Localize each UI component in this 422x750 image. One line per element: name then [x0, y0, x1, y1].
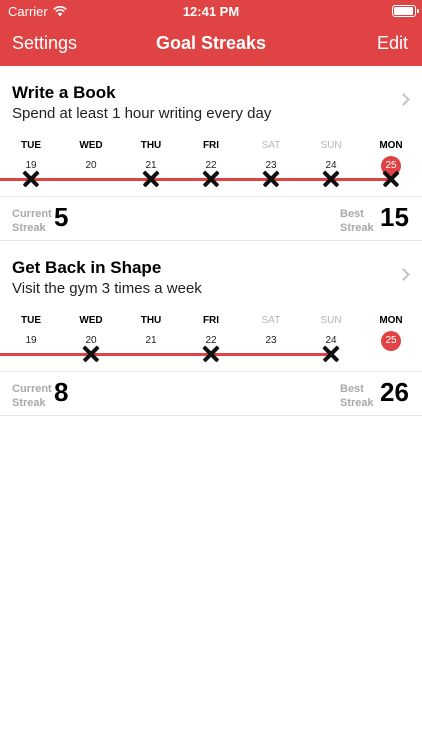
current-streak-value: 5: [54, 202, 69, 232]
goal-stats: Current Streak 5 Best Streak 15: [0, 196, 422, 241]
goal-description: Spend at least 1 hour writing every day: [12, 105, 272, 122]
completed-x-icon: [322, 170, 340, 188]
completed-x-icon: [202, 170, 220, 188]
status-time: 12:41 PM: [182, 4, 240, 19]
current-streak-label: Current Streak: [12, 208, 52, 234]
goal-card: Write a Book Spend at least 1 hour writi…: [0, 66, 422, 241]
day-name: MON: [379, 140, 403, 151]
day-column[interactable]: MON 25: [366, 305, 416, 371]
goal-stats: Current Streak 8 Best Streak 26: [0, 371, 422, 416]
goal-card: Get Back in Shape Visit the gym 3 times …: [0, 241, 422, 416]
day-number: 19: [25, 335, 37, 346]
goal-title: Write a Book: [12, 83, 116, 102]
current-streak-label: Current Streak: [12, 383, 52, 409]
goal-header[interactable]: Write a Book Spend at least 1 hour writi…: [0, 66, 422, 128]
week-tracker: TUE 19 WED 20 THU 21 FRI 22 SAT 23 SUN 24 MON 25: [0, 130, 422, 196]
navigation-bar: Settings Goal Streaks Edit: [0, 22, 422, 66]
day-column[interactable]: SAT 23: [246, 305, 296, 371]
app-header: Carrier 12:41 PM Settings Goal Streaks E…: [0, 0, 422, 66]
day-name: TUE: [21, 140, 41, 151]
best-streak-label: Best Streak: [340, 208, 374, 234]
best-streak-value: 26: [380, 377, 409, 407]
day-name: THU: [140, 140, 162, 151]
day-column[interactable]: SUN 24: [306, 130, 356, 196]
edit-button[interactable]: Edit: [377, 33, 408, 54]
week-tracker: TUE 19 WED 20 THU 21 FRI 22 SAT 23 SUN 24 MON 25: [0, 305, 422, 371]
completed-x-icon: [22, 170, 40, 188]
day-name: THU: [140, 315, 162, 326]
chevron-right-icon: [397, 93, 410, 106]
day-column[interactable]: THU 21: [126, 305, 176, 371]
goal-header[interactable]: Get Back in Shape Visit the gym 3 times …: [0, 241, 422, 303]
battery-icon: [392, 5, 419, 17]
day-number: 21: [145, 335, 157, 346]
day-column[interactable]: TUE 19: [6, 305, 56, 371]
goal-title: Get Back in Shape: [12, 258, 162, 277]
day-column[interactable]: MON 25: [366, 130, 416, 196]
day-name: FRI: [202, 315, 220, 326]
day-name: WED: [79, 315, 103, 326]
completed-x-icon: [382, 170, 400, 188]
day-name: MON: [379, 315, 403, 326]
day-name: SAT: [261, 315, 281, 326]
day-name: SUN: [320, 315, 342, 326]
day-number: 20: [85, 160, 97, 171]
day-column[interactable]: WED 20: [66, 130, 116, 196]
day-column[interactable]: SAT 23: [246, 130, 296, 196]
day-column[interactable]: WED 20: [66, 305, 116, 371]
day-column[interactable]: FRI 22: [186, 130, 236, 196]
best-streak-value: 15: [380, 202, 409, 232]
day-column[interactable]: FRI 22: [186, 305, 236, 371]
completed-x-icon: [322, 345, 340, 363]
settings-button[interactable]: Settings: [12, 33, 77, 54]
chevron-right-icon: [397, 268, 410, 281]
day-number: 23: [265, 335, 277, 346]
streak-line: [0, 353, 331, 356]
day-name: TUE: [21, 315, 41, 326]
current-streak-value: 8: [54, 377, 69, 407]
completed-x-icon: [262, 170, 280, 188]
day-name: FRI: [202, 140, 220, 151]
day-name: SAT: [261, 140, 281, 151]
completed-x-icon: [202, 345, 220, 363]
completed-x-icon: [142, 170, 160, 188]
day-column[interactable]: TUE 19: [6, 130, 56, 196]
goal-description: Visit the gym 3 times a week: [12, 280, 202, 297]
today-date-badge: 25: [381, 331, 401, 351]
completed-x-icon: [82, 345, 100, 363]
day-name: SUN: [320, 140, 342, 151]
day-name: WED: [79, 140, 103, 151]
day-column[interactable]: SUN 24: [306, 305, 356, 371]
best-streak-label: Best Streak: [340, 383, 374, 409]
day-column[interactable]: THU 21: [126, 130, 176, 196]
status-bar: Carrier 12:41 PM: [0, 0, 422, 22]
